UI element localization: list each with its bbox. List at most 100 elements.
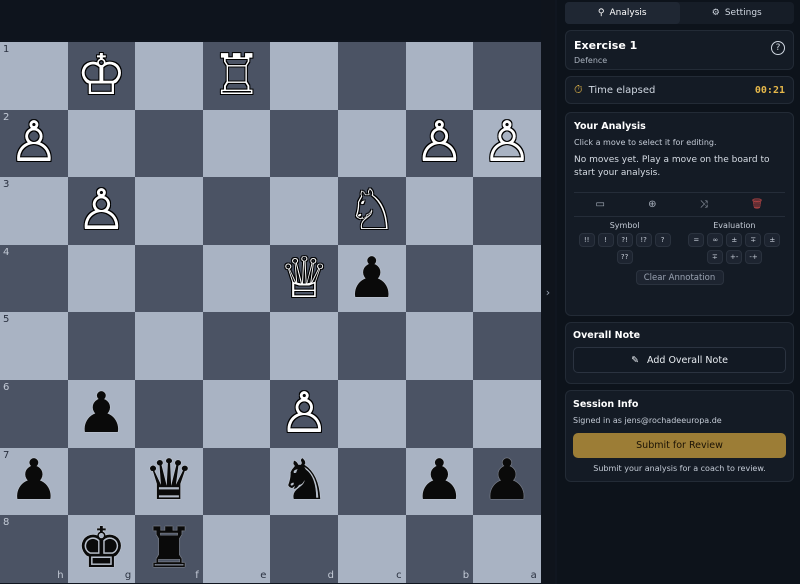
- board-square[interactable]: [405, 42, 474, 110]
- chess-piece[interactable]: ♟: [482, 453, 532, 509]
- chess-piece[interactable]: ♙: [482, 115, 532, 171]
- board-square[interactable]: [405, 379, 474, 448]
- board-square[interactable]: [337, 379, 406, 448]
- board-square[interactable]: 7 ♟: [0, 447, 68, 516]
- board-square[interactable]: e: [202, 515, 271, 583]
- board-square[interactable]: ♖: [202, 42, 271, 110]
- board-square[interactable]: [67, 244, 136, 313]
- annotation-chip[interactable]: ?!: [616, 233, 633, 247]
- annotation-chip[interactable]: =: [688, 233, 705, 247]
- chess-board[interactable]: 1 ♔ ♖ 2 ♙ ♙ ♙ 3 ♙ ♘ 4 ♕ ♟ 5 6 ♟ ♙ 7 ♟ ♛ ♞ ♟ ♟ 8 h g ♚ f ♜ e d c b a: [0, 42, 541, 584]
- annotation-chip[interactable]: !?: [635, 233, 652, 247]
- comment-icon[interactable]: ▭: [596, 199, 605, 210]
- board-square[interactable]: ♙: [67, 177, 136, 245]
- panel-collapse-handle[interactable]: ›: [541, 0, 555, 584]
- annotation-chip[interactable]: -+: [745, 250, 762, 264]
- board-square[interactable]: [67, 447, 136, 516]
- add-variation-icon[interactable]: ⊕: [648, 199, 656, 210]
- board-square[interactable]: [405, 177, 474, 245]
- board-square[interactable]: 5: [0, 312, 68, 380]
- chess-piece[interactable]: ♙: [279, 385, 329, 442]
- chess-piece[interactable]: ♔: [76, 47, 126, 104]
- annotation-chip[interactable]: !!: [578, 233, 595, 247]
- chess-piece[interactable]: ♟: [347, 250, 397, 307]
- board-square[interactable]: ♟: [405, 447, 474, 516]
- board-square[interactable]: [337, 109, 406, 178]
- board-square[interactable]: [337, 312, 406, 380]
- board-square[interactable]: [67, 109, 136, 178]
- annotation-chip[interactable]: ??: [616, 250, 633, 264]
- annotation-chip[interactable]: ∓: [745, 233, 762, 247]
- tab-analysis[interactable]: ⚲ Analysis: [565, 2, 680, 24]
- board-square[interactable]: [473, 42, 541, 110]
- board-square[interactable]: [202, 109, 271, 178]
- annotation-chip[interactable]: !: [597, 233, 614, 247]
- board-square[interactable]: [270, 42, 338, 110]
- annotation-chip[interactable]: ±: [764, 233, 781, 247]
- submit-for-review-button[interactable]: Submit for Review: [573, 433, 786, 458]
- board-square[interactable]: a: [473, 515, 541, 583]
- board-square[interactable]: [270, 312, 338, 380]
- board-square[interactable]: [473, 379, 541, 448]
- trash-icon[interactable]: 🗑: [751, 199, 764, 210]
- board-square[interactable]: [202, 312, 271, 380]
- annotation-chip[interactable]: +-: [725, 250, 743, 264]
- chess-piece[interactable]: ♕: [279, 250, 329, 307]
- board-square[interactable]: [473, 312, 541, 380]
- annotation-chip[interactable]: ±: [726, 233, 743, 247]
- board-square[interactable]: [135, 312, 203, 380]
- board-square[interactable]: ♟: [473, 447, 541, 516]
- chess-piece[interactable]: ♘: [347, 182, 397, 239]
- board-square[interactable]: g ♚: [67, 515, 136, 583]
- clear-annotation-button[interactable]: Clear Annotation: [635, 270, 724, 285]
- board-square[interactable]: [473, 177, 541, 245]
- board-square[interactable]: [337, 447, 406, 516]
- board-square[interactable]: c: [337, 515, 406, 583]
- board-square[interactable]: [202, 244, 271, 313]
- chess-piece[interactable]: ♚: [76, 520, 126, 577]
- board-square[interactable]: [135, 42, 203, 110]
- board-square[interactable]: ♘: [337, 177, 406, 245]
- board-square[interactable]: [135, 379, 203, 448]
- board-square[interactable]: 4: [0, 244, 68, 313]
- board-square[interactable]: [135, 244, 203, 313]
- board-square[interactable]: [405, 312, 474, 380]
- board-square[interactable]: b: [405, 515, 474, 583]
- chess-piece[interactable]: ♟: [414, 453, 464, 509]
- board-square[interactable]: ♞: [270, 447, 338, 516]
- board-square[interactable]: ♛: [135, 447, 203, 516]
- chess-piece[interactable]: ♜: [144, 520, 194, 577]
- board-square[interactable]: [135, 177, 203, 245]
- board-square[interactable]: 1: [0, 42, 68, 110]
- chess-piece[interactable]: ♙: [76, 182, 126, 239]
- board-square[interactable]: 6: [0, 379, 68, 448]
- board-square[interactable]: d: [270, 515, 338, 583]
- board-square[interactable]: [270, 177, 338, 245]
- chess-piece[interactable]: ♖: [211, 47, 261, 104]
- annotation-chip[interactable]: ?: [654, 233, 671, 247]
- chess-piece[interactable]: ♙: [414, 115, 464, 171]
- chess-piece[interactable]: ♛: [144, 453, 194, 509]
- board-square[interactable]: [202, 447, 271, 516]
- board-square[interactable]: [202, 379, 271, 448]
- board-square[interactable]: [67, 312, 136, 380]
- board-square[interactable]: [270, 109, 338, 178]
- board-square[interactable]: [337, 42, 406, 110]
- board-square[interactable]: [473, 244, 541, 313]
- board-square[interactable]: f ♜: [135, 515, 203, 583]
- board-square[interactable]: ♙: [473, 109, 541, 178]
- board-square[interactable]: ♟: [67, 379, 136, 448]
- help-icon[interactable]: ?: [771, 41, 785, 55]
- board-square[interactable]: [135, 109, 203, 178]
- board-square[interactable]: [202, 177, 271, 245]
- chess-piece[interactable]: ♞: [279, 453, 329, 509]
- board-square[interactable]: ♙: [270, 379, 338, 448]
- chess-piece[interactable]: ♙: [9, 115, 59, 171]
- annotation-chip[interactable]: ∞: [707, 233, 724, 247]
- chess-piece[interactable]: ♟: [76, 385, 126, 442]
- shuffle-icon[interactable]: ⤨: [700, 199, 708, 210]
- board-square[interactable]: ♙: [405, 109, 474, 178]
- add-overall-note-button[interactable]: ✎ Add Overall Note: [573, 347, 786, 373]
- chess-piece[interactable]: ♟: [9, 453, 59, 509]
- tab-settings[interactable]: ⚙ Settings: [680, 2, 795, 24]
